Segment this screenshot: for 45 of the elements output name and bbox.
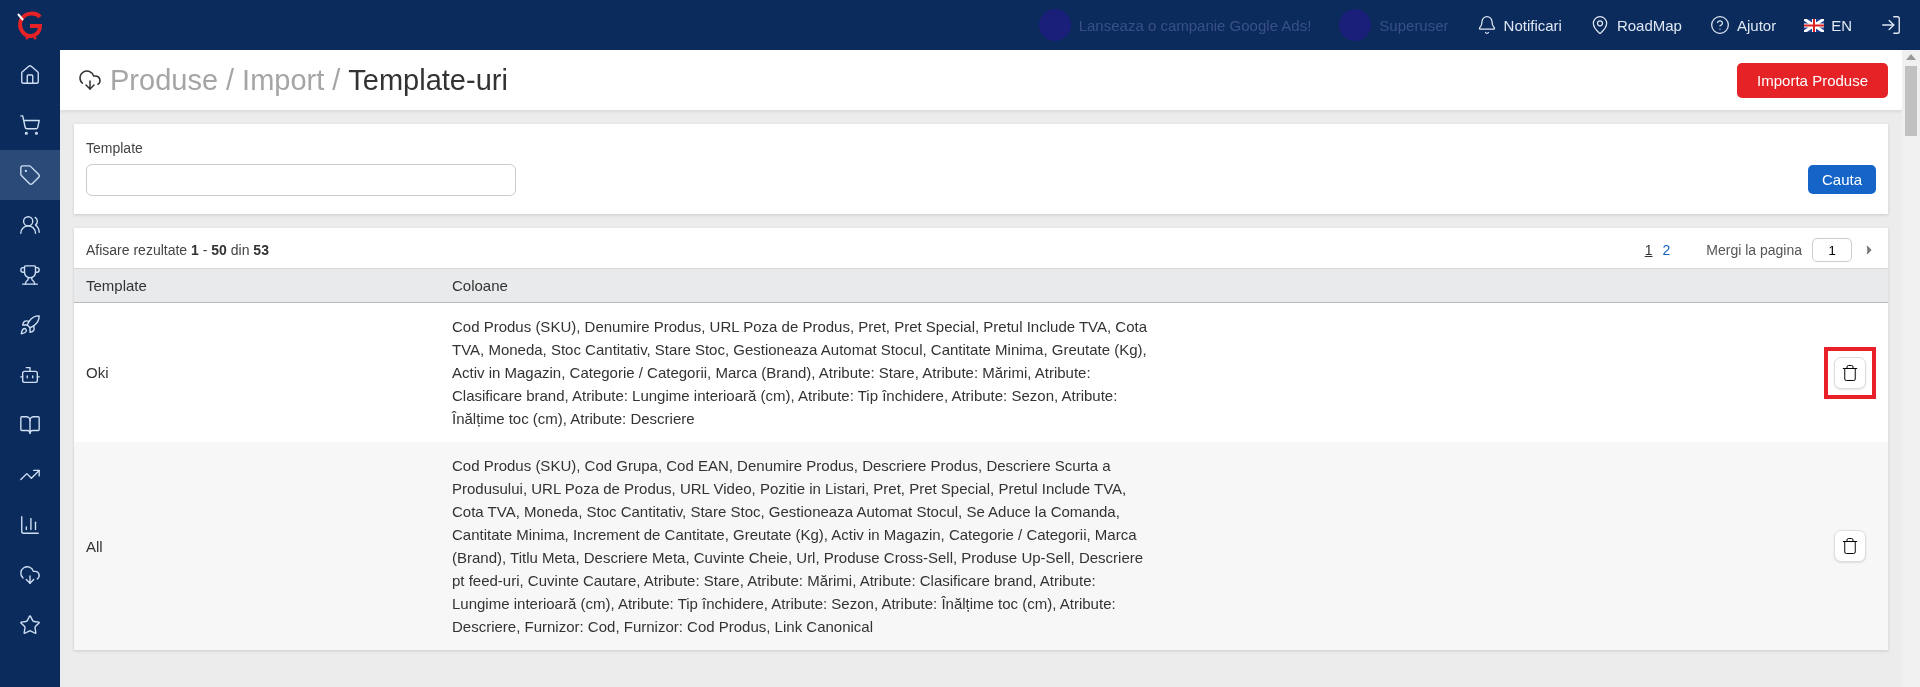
users-icon — [19, 214, 41, 236]
book-icon — [19, 414, 41, 436]
cloud-download-icon — [19, 564, 41, 586]
search-button[interactable]: Cauta — [1807, 165, 1876, 194]
table-cell: Cod Produs (SKU), Denumire Produs, URL Poza de Produs, Pret, Pret Special, Pretul Include TVA, Cota TVA, Moneda, Stoc Cantitativ, Stare Stoc, Gestioneaza Automat Stocul, Cantitate Minima, Greutate (Kg), Activ in Magazin, Categorie / Categorii, Marca (Brand), Atribute: Stare, Atribute: Mărimi, Atribute: Clasificare brand, Atribute: Lungime interioară (cm), Atribute: Tip închidere, Atribute: Sezon, Atribute: Înălțime toc (cm), Atribute: Descriere — [440, 302, 1260, 442]
logout-icon[interactable] — [1880, 14, 1902, 36]
top-nav-link[interactable]: Notificari — [1476, 15, 1562, 35]
table-cell: Oki — [74, 302, 440, 442]
logo-icon[interactable] — [15, 10, 45, 40]
flag-icon — [1804, 18, 1825, 32]
breadcrumb-separator: / — [226, 63, 235, 97]
robot-icon — [19, 364, 41, 386]
column-header: Coloane — [440, 268, 1260, 303]
page-field[interactable]: 1 — [1812, 238, 1852, 262]
goto-label: Mergi la pagina — [1706, 242, 1802, 258]
cart-icon — [19, 114, 41, 136]
results-summary: Afisare rezultate 1 - 50 din 53 — [86, 242, 269, 258]
tag-icon — [19, 164, 41, 186]
scrollbar-thumb[interactable] — [1905, 66, 1917, 136]
column-header: Template — [74, 268, 440, 303]
field-label: Template — [86, 140, 144, 156]
breadcrumb-separator: / — [332, 63, 341, 97]
trash-icon — [1841, 363, 1859, 382]
page-link[interactable]: 1 — [1644, 242, 1653, 258]
bar-chart-icon — [19, 514, 41, 536]
top-nav-link[interactable]: RoadMap — [1589, 15, 1682, 35]
bell-icon — [1476, 15, 1497, 35]
trash-icon — [1841, 537, 1859, 555]
home-icon — [19, 64, 41, 86]
top-nav-link[interactable]: EN — [1804, 16, 1852, 34]
page-link[interactable]: 2 — [1662, 242, 1671, 258]
trophy-icon — [19, 264, 41, 286]
breadcrumb-current: Template-uri — [348, 63, 508, 97]
template-field[interactable] — [86, 164, 516, 196]
import-button[interactable]: Importa Produse — [1737, 62, 1888, 98]
top-nav-link[interactable]: Ajutor — [1709, 15, 1777, 35]
delete-button[interactable] — [1834, 530, 1866, 562]
sidebar-item[interactable] — [0, 150, 60, 200]
table-cell: All — [74, 442, 440, 650]
help-icon — [1709, 15, 1730, 35]
rocket-icon — [19, 314, 41, 336]
delete-button[interactable] — [1834, 356, 1866, 389]
cloud-download-icon — [78, 68, 102, 92]
table-cell: Cod Produs (SKU), Cod Grupa, Cod EAN, Denumire Produs, Descriere Produs, Descriere Scurta a Produsului, URL Poza de Produs, URL Video, Pozitie in Listari, Pret, Pret Special, Pretul Include TVA, Cota TVA, Moneda, Stoc Cantitativ, Stare Stoc, Gestioneaza Automat Stocul, Se Aduce la Comanda, Cantitate Minima, Increment de Cantitate, Greutate (Kg), Activ in Magazin, Categorie / Categorii, Marca (Brand), Titlu Meta, Descriere Meta, Cuvinte Cheie, Url, Produse Cross-Sell, Produse Up-Sell, Descriere pt feed-uri, Cuvinte Cautare, Atribute: Stare, Atribute: Mărimi, Atribute: Clasificare brand, Atribute: Lungime interioară (cm), Atribute: Tip închidere, Atribute: Sezon, Atribute: Înălțime toc (cm), Atribute: Descriere, Furnizor: Cod, Furnizor: Cod Produs, Link Canonical — [440, 442, 1260, 650]
star-icon — [19, 614, 41, 636]
